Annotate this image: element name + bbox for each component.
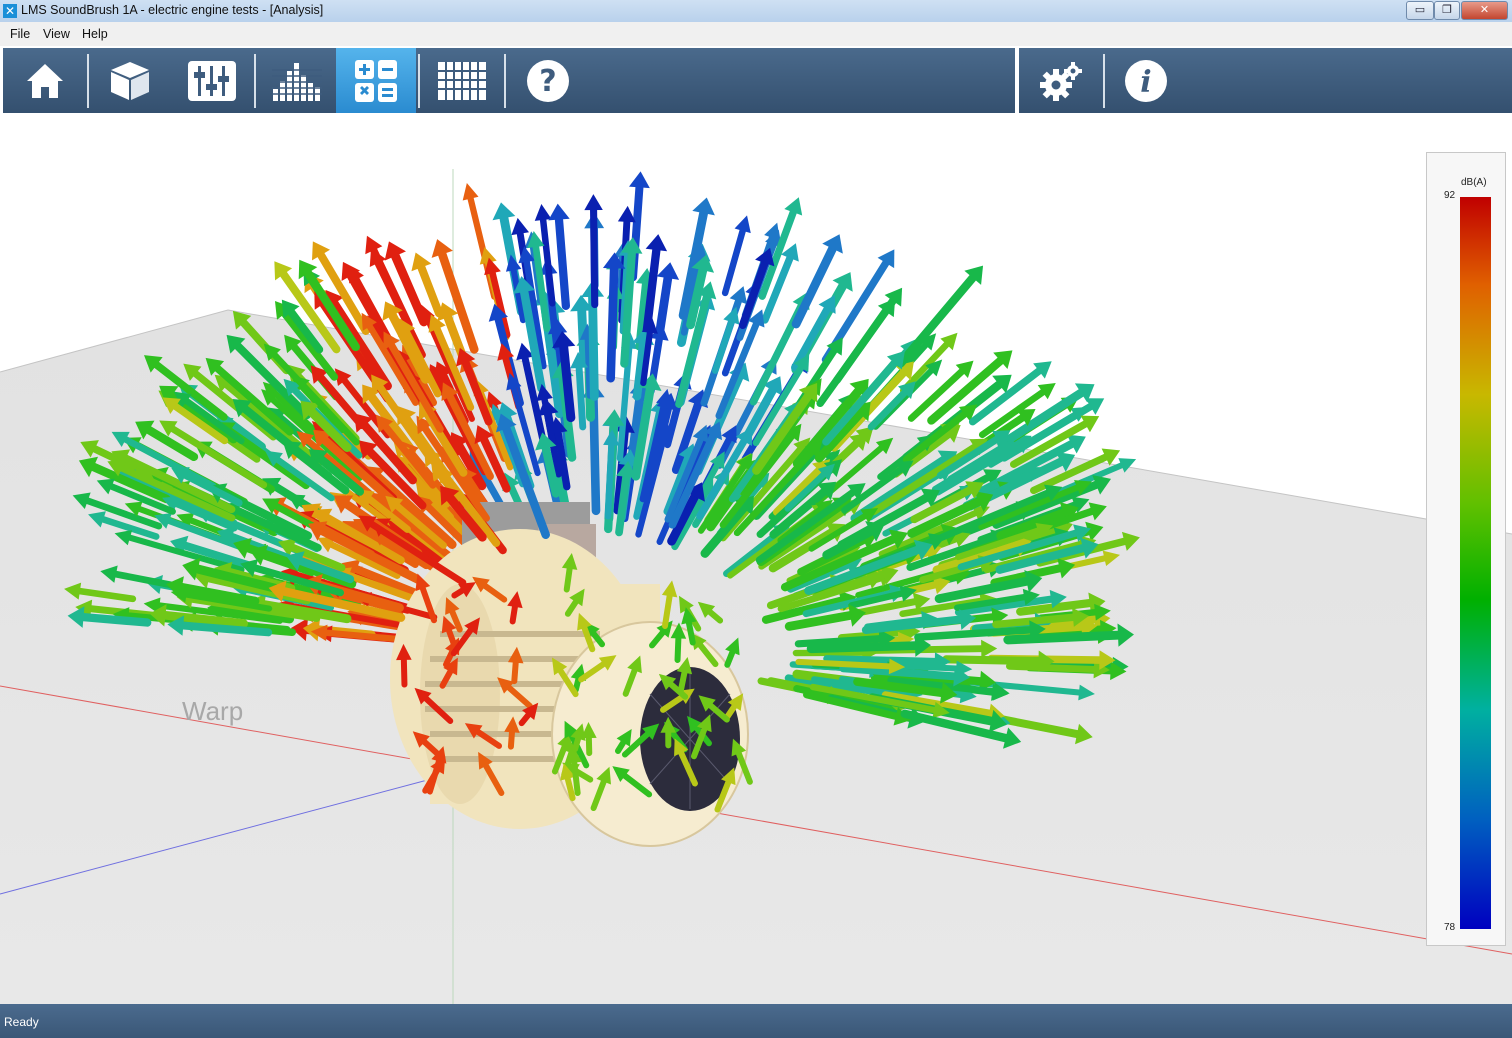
home-icon bbox=[27, 63, 63, 98]
table-button[interactable] bbox=[420, 48, 504, 113]
field-arrow bbox=[677, 669, 688, 695]
field-arrow-head bbox=[617, 205, 636, 223]
field-arrow bbox=[1006, 662, 1098, 673]
field-arrow bbox=[606, 264, 619, 383]
cube-icon bbox=[111, 61, 149, 100]
field-arrow bbox=[674, 635, 682, 663]
field-arrow-head bbox=[511, 217, 530, 236]
acoustic-field-render: Warp bbox=[0, 169, 1512, 1004]
title-bar: ✕ LMS SoundBrush 1A - electric engine te… bbox=[0, 0, 1512, 23]
gears-icon bbox=[1040, 61, 1082, 101]
field-arrow bbox=[400, 656, 408, 688]
field-arrow bbox=[79, 612, 152, 627]
menu-file[interactable]: File bbox=[10, 27, 30, 41]
maximize-button[interactable]: ❐ bbox=[1434, 1, 1460, 20]
svg-text:?: ? bbox=[539, 64, 556, 99]
3d-view-button[interactable] bbox=[89, 48, 171, 113]
home-button[interactable] bbox=[3, 48, 87, 113]
legend-unit: dB(A) bbox=[1461, 177, 1487, 188]
field-arrow bbox=[942, 655, 1043, 666]
legend-min: 78 bbox=[1444, 922, 1456, 933]
window-title: LMS SoundBrush 1A - electric engine test… bbox=[21, 3, 324, 17]
field-arrow bbox=[571, 759, 581, 797]
minimize-button[interactable]: ▭ bbox=[1406, 1, 1434, 20]
field-arrow-head bbox=[645, 234, 668, 252]
mixer-sliders-icon bbox=[188, 60, 236, 101]
field-arrow-head bbox=[492, 202, 516, 221]
grid-table-icon bbox=[438, 61, 486, 100]
settings-button[interactable] bbox=[1019, 48, 1103, 113]
info-button[interactable]: i bbox=[1105, 48, 1187, 113]
field-arrow bbox=[823, 655, 939, 665]
field-arrow bbox=[451, 587, 466, 599]
menu-help[interactable]: Help bbox=[82, 27, 108, 41]
analysis-calculator-button[interactable] bbox=[336, 48, 416, 113]
spectrum-bars-icon bbox=[272, 62, 322, 101]
status-bar: Ready bbox=[0, 1004, 1512, 1038]
help-button[interactable]: ? bbox=[506, 48, 590, 113]
main-toolbar: ? bbox=[3, 48, 1015, 113]
svg-text:i: i bbox=[1140, 65, 1151, 100]
info-icon: i bbox=[1125, 59, 1167, 102]
field-arrow-head bbox=[656, 262, 680, 280]
field-arrow bbox=[588, 292, 599, 401]
field-arrow bbox=[1003, 630, 1123, 645]
field-arrow bbox=[721, 227, 746, 297]
legend-max: 92 bbox=[1444, 190, 1456, 201]
field-arrow bbox=[509, 603, 518, 625]
menu-bar: File View Help bbox=[0, 22, 1512, 46]
field-arrow bbox=[604, 442, 615, 520]
help-icon: ? bbox=[527, 59, 569, 102]
field-arrow bbox=[575, 364, 587, 431]
field-arrow bbox=[511, 659, 519, 685]
field-arrow bbox=[572, 676, 582, 693]
spectrum-button[interactable] bbox=[256, 48, 338, 113]
field-arrow-head bbox=[534, 204, 552, 221]
mixer-button[interactable] bbox=[171, 48, 253, 113]
calculator-icon bbox=[355, 59, 397, 102]
field-arrow-head bbox=[692, 197, 715, 216]
status-text: Ready bbox=[4, 1015, 39, 1029]
floor-label: Warp bbox=[182, 696, 243, 726]
field-arrow bbox=[806, 641, 920, 654]
field-arrow-head bbox=[734, 215, 751, 234]
color-legend: dB(A) 92 78 bbox=[1426, 152, 1506, 946]
legend-color-bar bbox=[1460, 197, 1491, 929]
field-arrow-head bbox=[584, 194, 603, 211]
field-arrow bbox=[572, 735, 582, 752]
app-icon: ✕ bbox=[3, 4, 17, 18]
3d-viewport[interactable]: Warp bbox=[0, 114, 1512, 1004]
close-button[interactable]: ✕ bbox=[1461, 1, 1508, 20]
field-arrow bbox=[417, 263, 444, 318]
field-arrow-head bbox=[462, 183, 479, 201]
field-arrow-head bbox=[629, 171, 650, 189]
field-arrow bbox=[563, 565, 573, 593]
field-arrow bbox=[590, 206, 599, 309]
field-arrow-head bbox=[548, 203, 570, 221]
field-arrow bbox=[794, 635, 883, 648]
menu-view[interactable]: View bbox=[43, 27, 70, 41]
field-arrow bbox=[554, 215, 571, 311]
field-arrow bbox=[685, 619, 696, 646]
secondary-toolbar: i bbox=[1019, 48, 1512, 113]
field-arrow bbox=[507, 729, 515, 750]
